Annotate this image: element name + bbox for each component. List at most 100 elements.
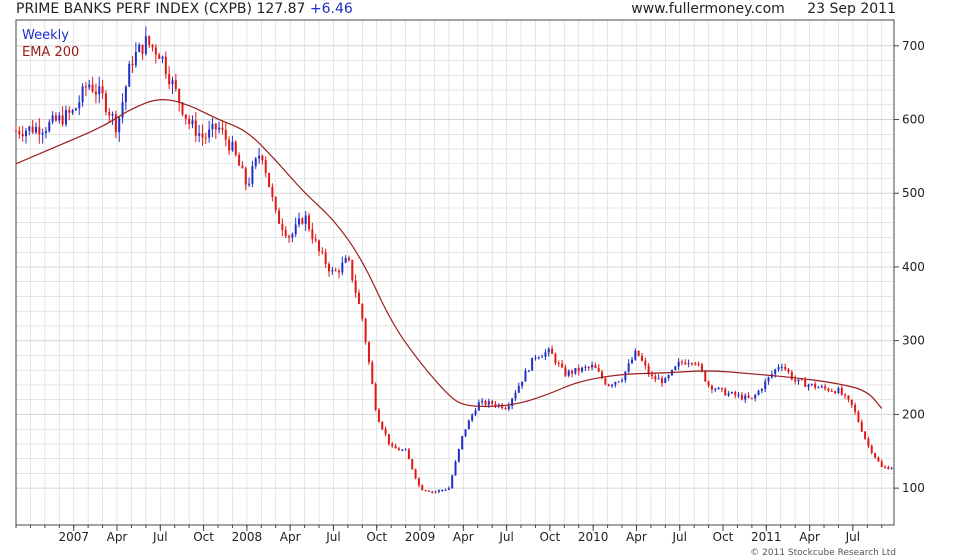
weekly-bar-body — [91, 84, 94, 92]
weekly-bar-body — [271, 186, 274, 197]
weekly-bar-body — [884, 466, 887, 468]
weekly-bar-body — [424, 490, 427, 492]
weekly-bar-body — [288, 236, 291, 238]
weekly-bar-body — [524, 370, 527, 382]
weekly-bar-body — [797, 379, 800, 382]
weekly-bar-body — [211, 123, 214, 130]
x-tick-label: Apr — [280, 530, 301, 544]
weekly-bar-body — [201, 133, 204, 138]
weekly-bar-body — [154, 47, 157, 55]
weekly-bar-body — [291, 234, 294, 238]
x-tick-label: Apr — [799, 530, 820, 544]
weekly-bar-body — [377, 409, 380, 423]
weekly-bar-body — [694, 363, 697, 365]
weekly-bar-body — [431, 491, 434, 493]
weekly-bar-body — [367, 342, 370, 363]
weekly-bar-body — [151, 44, 154, 48]
x-tick-label: Jul — [498, 530, 513, 544]
weekly-bar-body — [214, 123, 217, 130]
weekly-bar-body — [724, 388, 727, 396]
y-tick-label: 500 — [902, 186, 925, 200]
weekly-bar-body — [101, 86, 104, 94]
x-tick-label: 2011 — [751, 530, 782, 544]
weekly-bar-body — [404, 449, 407, 451]
weekly-bar-body — [827, 388, 830, 391]
weekly-bar-body — [820, 386, 823, 388]
weekly-bar-body — [298, 218, 301, 225]
weekly-bar-body — [850, 399, 853, 405]
weekly-bar-body — [44, 131, 47, 133]
weekly-bar-body — [810, 383, 813, 385]
weekly-bar-body — [561, 363, 564, 368]
weekly-bar-body — [734, 392, 737, 396]
weekly-bar-body — [28, 126, 31, 131]
weekly-bar-body — [421, 485, 424, 491]
weekly-bar-body — [471, 414, 474, 421]
x-tick-label: 2010 — [578, 530, 609, 544]
weekly-bar-body — [318, 240, 321, 252]
x-tick-label: 2009 — [405, 530, 436, 544]
weekly-bar-body — [181, 102, 184, 115]
weekly-bar-body — [517, 385, 520, 393]
weekly-bar-body — [401, 449, 404, 451]
weekly-bar-body — [591, 365, 594, 368]
weekly-bar-body — [847, 395, 850, 400]
weekly-bar-body — [248, 183, 251, 185]
weekly-bar-body — [364, 318, 367, 343]
weekly-bar-body — [744, 395, 747, 400]
weekly-bar-body — [514, 392, 517, 399]
weekly-bar-body — [774, 369, 777, 375]
weekly-bar-body — [747, 395, 750, 398]
weekly-bar-body — [690, 363, 693, 365]
weekly-bar-body — [244, 168, 247, 185]
weekly-bar-body — [624, 371, 627, 381]
weekly-bar-body — [281, 223, 284, 230]
weekly-bar-body — [707, 381, 710, 386]
weekly-bar-body — [38, 127, 41, 135]
weekly-bar-body — [654, 376, 657, 380]
weekly-bar-body — [361, 303, 364, 319]
weekly-bar-body — [411, 459, 414, 470]
weekly-bar-body — [231, 141, 234, 151]
weekly-bar-body — [261, 155, 264, 161]
weekly-bar-body — [587, 367, 590, 369]
weekly-bar-body — [324, 252, 327, 265]
x-tick-label: 2008 — [232, 530, 263, 544]
weekly-bar-body — [464, 429, 467, 436]
weekly-bar-body — [228, 139, 231, 151]
weekly-bar-body — [74, 108, 77, 111]
weekly-bar-body — [680, 361, 683, 363]
weekly-bar-body — [461, 435, 464, 449]
weekly-bar-body — [491, 401, 494, 404]
weekly-bar-body — [467, 420, 470, 430]
x-tick-label: Oct — [193, 530, 214, 544]
weekly-bar-body — [784, 367, 787, 370]
grid — [15, 20, 894, 525]
weekly-bar-body — [740, 394, 743, 400]
weekly-bar-body — [750, 397, 753, 399]
weekly-bar-body — [627, 363, 630, 372]
weekly-bar-body — [241, 165, 244, 169]
weekly-bar-body — [171, 80, 174, 85]
weekly-bar-body — [584, 367, 587, 369]
weekly-bars — [15, 26, 893, 494]
weekly-bar-body — [311, 229, 314, 240]
weekly-bar-body — [118, 117, 121, 133]
weekly-bar-body — [88, 84, 91, 88]
weekly-bar-body — [84, 86, 87, 88]
weekly-bar-body — [834, 391, 837, 394]
weekly-bar-body — [357, 292, 360, 304]
weekly-bar-body — [218, 127, 221, 130]
weekly-bar-body — [371, 362, 374, 384]
weekly-bar-body — [264, 160, 267, 173]
weekly-bar-body — [507, 405, 510, 409]
weekly-bar-body — [760, 389, 763, 391]
weekly-bar-body — [764, 381, 767, 390]
x-tick-label: Jul — [845, 530, 860, 544]
x-tick-label: Oct — [713, 530, 734, 544]
weekly-bar-body — [224, 129, 227, 140]
x-tick-label: Oct — [366, 530, 387, 544]
weekly-bar-body — [397, 448, 400, 451]
weekly-bar-body — [251, 166, 254, 184]
x-tick-label: Jul — [152, 530, 167, 544]
